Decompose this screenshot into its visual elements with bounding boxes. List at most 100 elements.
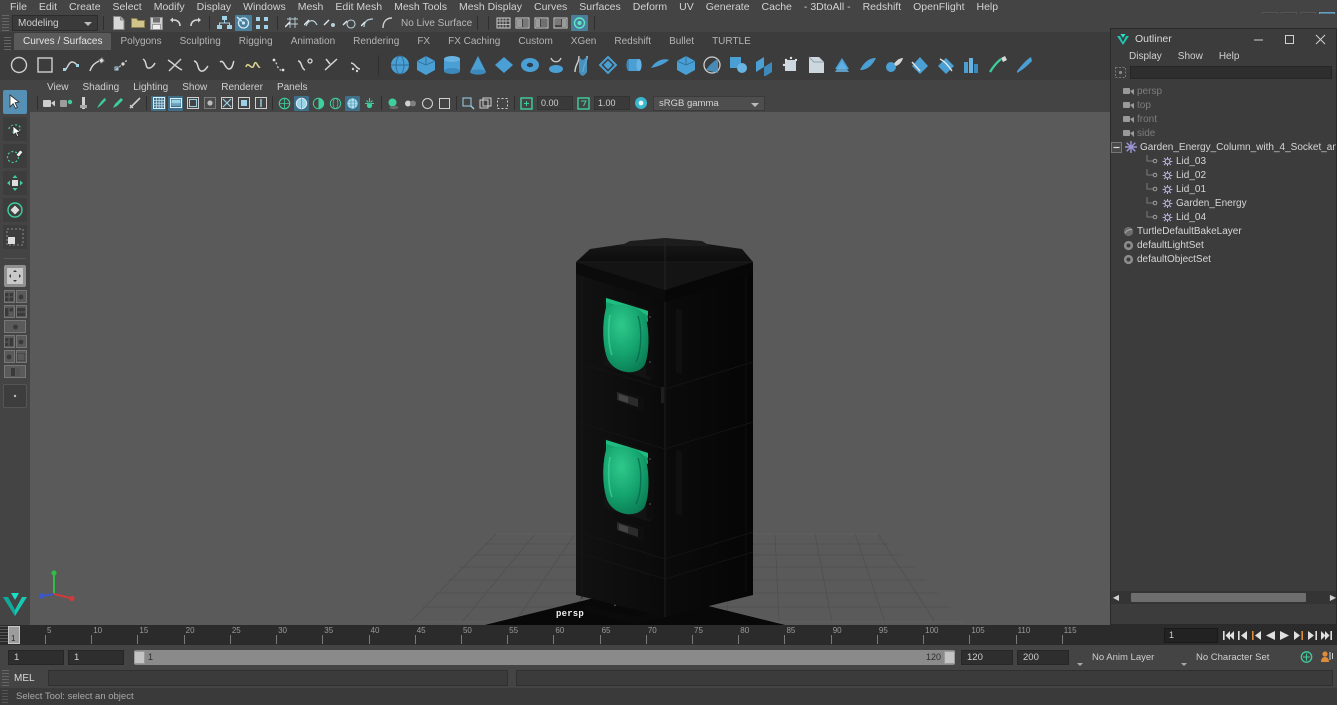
shelf-tab-rendering[interactable]: Rendering — [344, 33, 409, 50]
status-line-grip[interactable] — [2, 15, 9, 31]
lasso-select-tool-button[interactable] — [3, 117, 27, 141]
planar-icon[interactable] — [595, 52, 621, 78]
range-start-field[interactable]: 1 — [68, 649, 124, 665]
menu-item-redshift[interactable]: Redshift — [857, 0, 908, 14]
nurbs-cube-icon[interactable] — [413, 52, 439, 78]
shelf-tab-bullet[interactable]: Bullet — [660, 33, 704, 50]
menu-item-deform[interactable]: Deform — [627, 0, 673, 14]
snap-to-point-icon[interactable] — [322, 15, 339, 31]
persp-only-layout-button[interactable] — [15, 290, 27, 303]
trim-tool-icon[interactable] — [777, 52, 803, 78]
outliner-row[interactable]: Garden_Energy — [1111, 196, 1336, 210]
outliner-row[interactable]: defaultLightSet — [1111, 238, 1336, 252]
step-forward-frame-icon[interactable] — [1292, 628, 1305, 643]
three-pane-layout-button[interactable] — [15, 350, 27, 363]
viewport-menu-renderer[interactable]: Renderer — [214, 82, 270, 93]
outliner-row[interactable]: Garden_Energy_Column_with_4_Socket_and_S… — [1111, 140, 1336, 154]
outliner-row[interactable]: Lid_01 — [1111, 182, 1336, 196]
menu-item-display[interactable]: Display — [191, 0, 237, 14]
curve-smooth-icon[interactable] — [240, 52, 266, 78]
viewport-menu-lighting[interactable]: Lighting — [126, 82, 175, 93]
sculpt-geometry-icon[interactable] — [985, 52, 1011, 78]
menu-item-curves[interactable]: Curves — [528, 0, 573, 14]
smooth-shading-icon[interactable] — [294, 95, 309, 111]
select-camera-icon[interactable] — [42, 96, 57, 111]
menu-item-edit-mesh[interactable]: Edit Mesh — [329, 0, 388, 14]
bevel-icon[interactable] — [725, 52, 751, 78]
project-curve-icon[interactable] — [933, 52, 959, 78]
outliner-row[interactable]: persp — [1111, 84, 1336, 98]
snap-to-curve-icon[interactable] — [303, 15, 320, 31]
shelf-tab-turtle[interactable]: TURTLE — [703, 33, 760, 50]
minimize-icon[interactable] — [1243, 29, 1274, 49]
viewport-menu-view[interactable]: View — [40, 82, 76, 93]
outliner-tree[interactable]: persp top front side Garden_Energy_Column_wi… — [1111, 80, 1336, 604]
curve-attach-icon[interactable] — [292, 52, 318, 78]
shelf-tab-animation[interactable]: Animation — [281, 33, 345, 50]
curve-project-icon[interactable] — [344, 52, 370, 78]
search-filter-icon[interactable] — [1115, 66, 1126, 78]
outliner-row[interactable]: Lid_03 — [1111, 154, 1336, 168]
outliner-row[interactable]: Lid_04 — [1111, 210, 1336, 224]
channel-box-icon[interactable] — [552, 15, 569, 31]
anim-layer-selector[interactable]: No Anim Layer — [1087, 649, 1175, 665]
menu-item-file[interactable]: File — [4, 0, 33, 14]
hypershade-layout-button[interactable] — [4, 320, 26, 333]
character-set-selector[interactable]: No Character Set — [1191, 649, 1295, 665]
intersect-surfaces-icon[interactable] — [907, 52, 933, 78]
exposure-gate-icon[interactable] — [202, 96, 217, 111]
exposure-value[interactable]: 0.00 — [537, 96, 573, 110]
shelf-tab-custom[interactable]: Custom — [509, 33, 562, 50]
snap-to-grid-icon[interactable] — [284, 15, 301, 31]
outliner-horizontal-scrollbar[interactable]: ◀ ▶ — [1111, 591, 1336, 604]
play-forwards-icon[interactable] — [1278, 628, 1291, 643]
copy-viewport-icon[interactable] — [478, 96, 493, 111]
outliner-row[interactable]: Lid_02 — [1111, 168, 1336, 182]
menu-item-uv[interactable]: UV — [673, 0, 700, 14]
bevel-plus-icon[interactable] — [751, 52, 777, 78]
nurbs-sphere-icon[interactable] — [387, 52, 413, 78]
shelf-tab-fx[interactable]: FX — [408, 33, 440, 50]
multisample-aa-icon[interactable] — [437, 96, 452, 111]
play-backwards-icon[interactable] — [1264, 628, 1277, 643]
menu-item-generate[interactable]: Generate — [700, 0, 756, 14]
anim-end-field[interactable]: 200 — [1017, 649, 1069, 665]
menu-item-select[interactable]: Select — [107, 0, 148, 14]
filletblend-icon[interactable] — [881, 52, 907, 78]
save-scene-icon[interactable] — [148, 15, 165, 31]
shelf-tab-xgen[interactable]: XGen — [561, 33, 606, 50]
gamma-value[interactable]: 1.00 — [594, 96, 630, 110]
command-language-label[interactable]: MEL — [14, 673, 48, 684]
scale-tool-button[interactable] — [3, 225, 27, 249]
resolution-gate-icon[interactable] — [185, 96, 200, 111]
step-forward-keyframe-icon[interactable] — [1306, 628, 1319, 643]
menu-item-mesh-display[interactable]: Mesh Display — [453, 0, 528, 14]
menu-item-mesh[interactable]: Mesh — [292, 0, 330, 14]
show-hide-editor-icon[interactable] — [495, 15, 512, 31]
bookmark-icon[interactable] — [59, 96, 74, 111]
select-tool-button[interactable] — [3, 90, 27, 114]
maximize-icon[interactable] — [1274, 29, 1305, 49]
circular-fillet-icon[interactable] — [829, 52, 855, 78]
expander-collapse-icon[interactable] — [1111, 141, 1122, 153]
curve-detach-icon[interactable] — [318, 52, 344, 78]
select-by-component-icon[interactable] — [254, 15, 271, 31]
command-input[interactable] — [48, 670, 508, 686]
current-frame-field[interactable]: 1 — [1164, 627, 1218, 643]
xray-icon[interactable] — [236, 96, 251, 111]
viewport-settings-icon[interactable] — [461, 96, 476, 111]
outliner-row[interactable]: defaultObjectSet — [1111, 252, 1336, 266]
freeform-fillet-icon[interactable] — [855, 52, 881, 78]
close-icon[interactable] — [1305, 29, 1336, 49]
square-surface-icon[interactable] — [699, 52, 725, 78]
shelf-tab-fx-caching[interactable]: FX Caching — [439, 33, 510, 50]
tool-settings-icon[interactable] — [533, 15, 550, 31]
stitch-icon[interactable] — [959, 52, 985, 78]
viewport-menu-show[interactable]: Show — [175, 82, 214, 93]
cv-curve-tool-icon[interactable] — [110, 52, 136, 78]
surface-fillet-icon[interactable] — [803, 52, 829, 78]
rotate-tool-button[interactable] — [3, 198, 27, 222]
menu-item-help[interactable]: Help — [971, 0, 1005, 14]
four-view-layout-button[interactable] — [3, 290, 15, 303]
outliner-row[interactable]: front — [1111, 112, 1336, 126]
